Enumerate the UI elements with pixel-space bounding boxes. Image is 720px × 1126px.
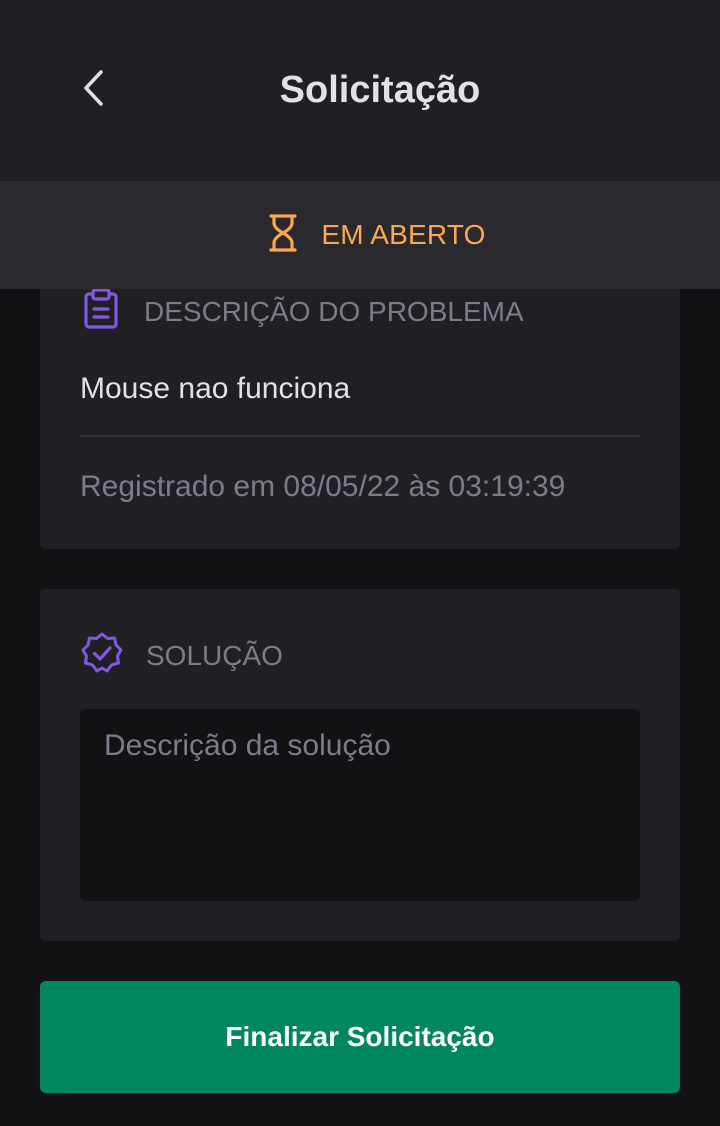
solution-label-row: SOLUÇÃO (80, 631, 283, 680)
status-indicator: EM ABERTO (269, 213, 485, 258)
solution-label: SOLUÇÃO (146, 639, 283, 671)
problem-label: DESCRIÇÃO DO PROBLEMA (144, 295, 524, 327)
registered-timestamp: Registrado em 08/05/22 às 03:19:39 (80, 470, 566, 503)
chevron-left-icon (81, 68, 107, 113)
solution-card: SOLUÇÃO (40, 589, 680, 941)
hourglass-icon (269, 213, 298, 258)
clipboard-icon (80, 288, 122, 335)
request-screen: DESCRIÇÃO DO PROBLEMA Mouse nao funciona… (0, 0, 720, 1126)
problem-label-row: DESCRIÇÃO DO PROBLEMA (80, 288, 524, 335)
header: Solicitação (0, 0, 720, 181)
finish-request-button[interactable]: Finalizar Solicitação (40, 981, 680, 1093)
status-bar: EM ABERTO (0, 181, 720, 289)
solution-input[interactable] (80, 709, 640, 901)
verified-badge-icon (80, 631, 124, 680)
problem-description: Mouse nao funciona (80, 372, 351, 405)
divider (80, 435, 640, 437)
back-button[interactable] (70, 64, 118, 116)
status-label: EM ABERTO (321, 219, 486, 250)
